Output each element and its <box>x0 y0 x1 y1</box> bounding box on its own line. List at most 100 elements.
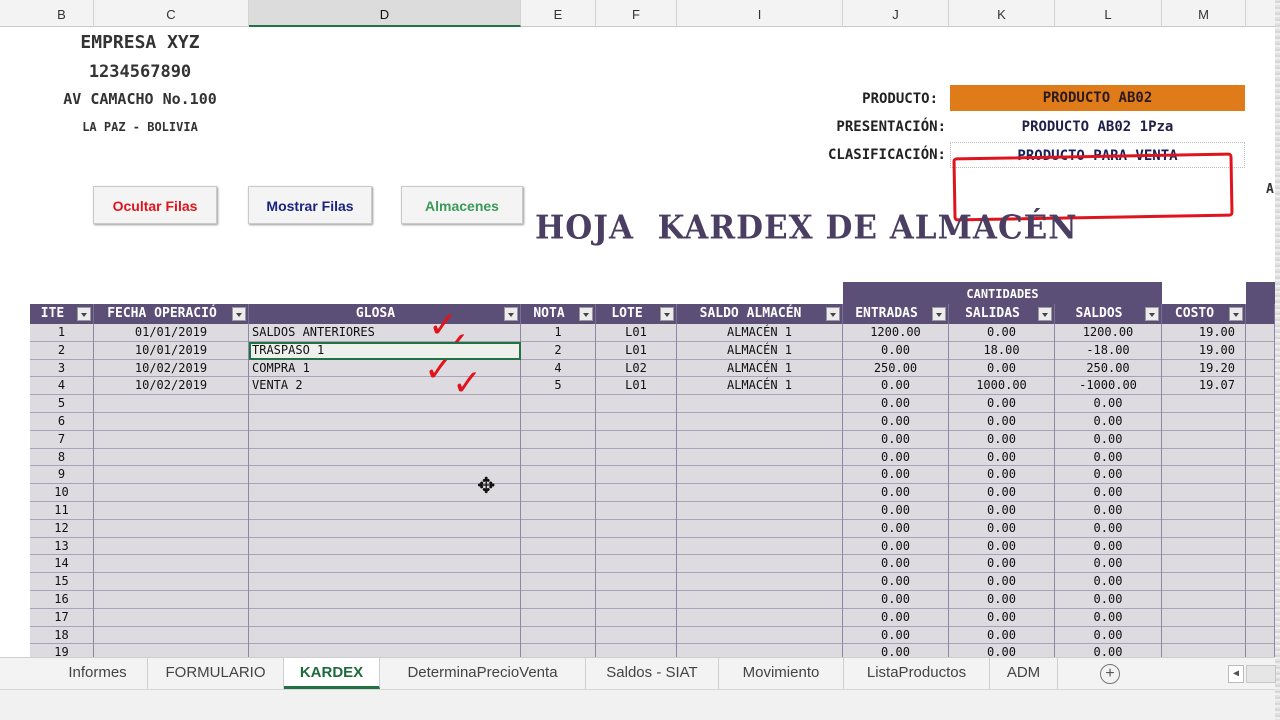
cell-entries[interactable]: 0.00 <box>843 466 949 485</box>
cell-description[interactable] <box>249 430 521 449</box>
cell-lot[interactable] <box>596 590 677 609</box>
cell-note[interactable]: 2 <box>521 341 596 360</box>
cell-date[interactable] <box>94 519 249 538</box>
cell-lot[interactable]: L01 <box>596 324 677 342</box>
cell-exits[interactable]: 18.00 <box>949 341 1055 360</box>
cell-note[interactable]: 5 <box>521 377 596 396</box>
filter-dropdown-icon[interactable] <box>1145 307 1159 321</box>
cell-warehouse[interactable] <box>677 412 843 431</box>
cell-entries[interactable]: 0.00 <box>843 484 949 502</box>
cell-cost[interactable]: 19.20 <box>1162 359 1246 378</box>
filter-dropdown-icon[interactable] <box>1229 307 1243 321</box>
filter-dropdown-icon[interactable] <box>932 307 946 321</box>
cell-date[interactable] <box>94 448 249 467</box>
cell-offscreen[interactable] <box>1246 626 1275 645</box>
cell-offscreen[interactable] <box>1246 573 1275 591</box>
cell-note[interactable] <box>521 555 596 574</box>
cell-offscreen[interactable] <box>1246 644 1275 657</box>
vertical-scrollbar[interactable] <box>1275 0 1280 720</box>
column-header-l[interactable]: L <box>1055 0 1162 27</box>
cell-exits[interactable]: 0.00 <box>949 324 1055 342</box>
cell-warehouse[interactable]: ALMACÉN 1 <box>677 324 843 342</box>
cell-balance[interactable]: 0.00 <box>1055 590 1162 609</box>
cell-item[interactable]: 11 <box>30 501 94 520</box>
cell-balance[interactable]: 0.00 <box>1055 555 1162 574</box>
cell-entries[interactable]: 250.00 <box>843 359 949 378</box>
cell-item[interactable]: 14 <box>30 555 94 574</box>
cell-date[interactable]: 10/02/2019 <box>94 359 249 378</box>
cell-note[interactable]: 4 <box>521 359 596 378</box>
cell-cost[interactable]: 19.00 <box>1162 324 1246 342</box>
cell-cost[interactable] <box>1162 466 1246 485</box>
cell-entries[interactable]: 0.00 <box>843 537 949 556</box>
cell-exits[interactable]: 0.00 <box>949 519 1055 538</box>
cell-offscreen[interactable] <box>1246 430 1275 449</box>
cell-offscreen[interactable] <box>1246 341 1275 360</box>
cell-warehouse[interactable] <box>677 626 843 645</box>
cell-entries[interactable]: 0.00 <box>843 519 949 538</box>
filter-dropdown-icon[interactable] <box>826 307 840 321</box>
cell-lot[interactable] <box>596 412 677 431</box>
cell-description[interactable] <box>249 608 521 627</box>
cell-cost[interactable] <box>1162 430 1246 449</box>
cell-offscreen[interactable] <box>1246 555 1275 574</box>
cell-warehouse[interactable]: ALMACÉN 1 <box>677 377 843 396</box>
cell-warehouse[interactable] <box>677 430 843 449</box>
filter-dropdown-icon[interactable] <box>504 307 518 321</box>
cell-lot[interactable] <box>596 430 677 449</box>
cell-offscreen[interactable] <box>1246 412 1275 431</box>
cell-item[interactable]: 5 <box>30 395 94 413</box>
cell-exits[interactable]: 0.00 <box>949 608 1055 627</box>
column-header-c[interactable]: C <box>94 0 249 27</box>
cell-lot[interactable]: L02 <box>596 359 677 378</box>
cell-balance[interactable]: -1000.00 <box>1055 377 1162 396</box>
cell-description[interactable] <box>249 555 521 574</box>
cell-lot[interactable] <box>596 395 677 413</box>
cell-warehouse[interactable]: ALMACÉN 1 <box>677 341 843 360</box>
cell-exits[interactable]: 0.00 <box>949 359 1055 378</box>
cell-offscreen[interactable] <box>1246 608 1275 627</box>
cell-lot[interactable] <box>596 448 677 467</box>
cell-date[interactable] <box>94 644 249 657</box>
cell-note[interactable] <box>521 537 596 556</box>
cell-cost[interactable] <box>1162 501 1246 520</box>
cell-item[interactable]: 16 <box>30 590 94 609</box>
cell-balance[interactable]: 0.00 <box>1055 608 1162 627</box>
cell-note[interactable] <box>521 626 596 645</box>
cell-balance[interactable]: 0.00 <box>1055 484 1162 502</box>
cell-entries[interactable]: 0.00 <box>843 626 949 645</box>
cell-note[interactable] <box>521 590 596 609</box>
cell-lot[interactable]: L01 <box>596 341 677 360</box>
cell-description[interactable] <box>249 448 521 467</box>
cell-note[interactable] <box>521 448 596 467</box>
worksheet[interactable]: EMPRESA XYZ 1234567890 AV CAMACHO No.100… <box>0 27 1275 657</box>
cell-balance[interactable]: -18.00 <box>1055 341 1162 360</box>
cell-item[interactable]: 2 <box>30 341 94 360</box>
column-header-e[interactable]: E <box>521 0 596 27</box>
cell-lot[interactable] <box>596 573 677 591</box>
cell-warehouse[interactable] <box>677 555 843 574</box>
cell-description[interactable] <box>249 590 521 609</box>
cell-offscreen[interactable] <box>1246 377 1275 396</box>
cell-warehouse[interactable] <box>677 519 843 538</box>
cell-date[interactable]: 01/01/2019 <box>94 324 249 342</box>
cell-entries[interactable]: 0.00 <box>843 590 949 609</box>
cell-warehouse[interactable] <box>677 573 843 591</box>
cell-entries[interactable]: 0.00 <box>843 377 949 396</box>
cell-lot[interactable] <box>596 501 677 520</box>
cell-cost[interactable] <box>1162 519 1246 538</box>
cell-exits[interactable]: 0.00 <box>949 590 1055 609</box>
column-header-k[interactable]: K <box>949 0 1055 27</box>
cell-offscreen[interactable] <box>1246 590 1275 609</box>
cell-cost[interactable] <box>1162 608 1246 627</box>
cell-balance[interactable]: 0.00 <box>1055 395 1162 413</box>
filter-dropdown-icon[interactable] <box>77 307 91 321</box>
cell-offscreen[interactable] <box>1246 466 1275 485</box>
cell-item[interactable]: 1 <box>30 324 94 342</box>
cell-date[interactable] <box>94 537 249 556</box>
cell-date[interactable] <box>94 430 249 449</box>
cell-offscreen[interactable] <box>1246 359 1275 378</box>
cell-note[interactable] <box>521 412 596 431</box>
cell-cost[interactable] <box>1162 573 1246 591</box>
cell-exits[interactable]: 0.00 <box>949 484 1055 502</box>
